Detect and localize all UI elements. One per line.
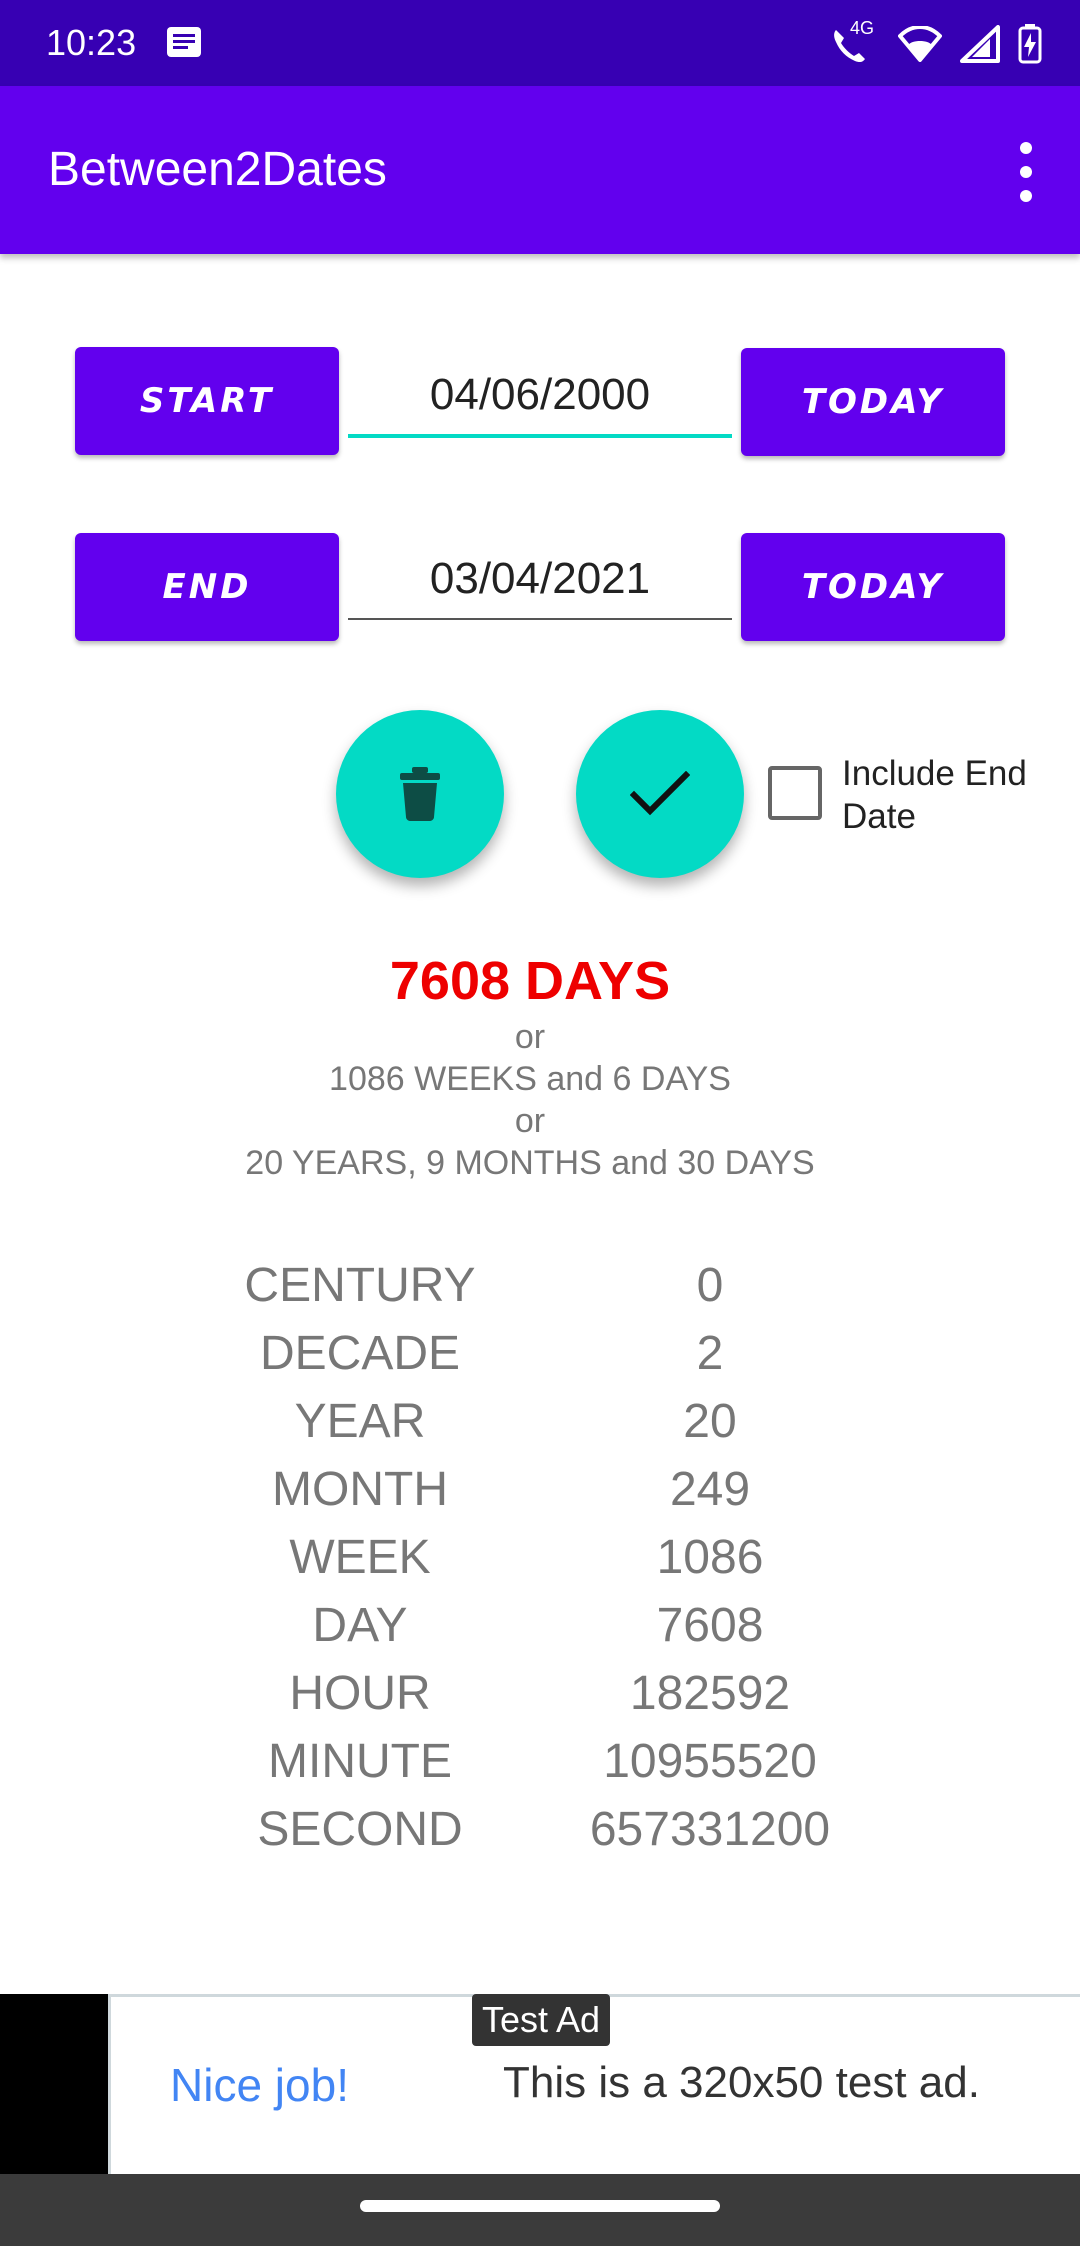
- unit-label: WEEK: [289, 1531, 431, 1584]
- clear-button[interactable]: [336, 710, 504, 878]
- unit-row: DECADE 2: [0, 1326, 1080, 1394]
- result-ymd: 20 YEARS, 9 MONTHS and 30 DAYS: [245, 1144, 815, 1182]
- status-icons: 4G: [830, 18, 1042, 66]
- unit-label: SECOND: [257, 1803, 463, 1856]
- unit-label: DECADE: [259, 1327, 461, 1380]
- unit-value: 7608: [656, 1599, 764, 1652]
- ad-headline[interactable]: Nice job!: [170, 2058, 349, 2112]
- checkmark-icon: [630, 771, 690, 816]
- unit-label: YEAR: [294, 1395, 426, 1448]
- calculate-button[interactable]: [576, 710, 744, 878]
- home-gesture-handle[interactable]: [360, 2200, 720, 2212]
- ad-tag: Test Ad: [472, 1994, 611, 2046]
- unit-value: 0: [696, 1259, 724, 1312]
- unit-row: MONTH 249: [0, 1462, 1080, 1530]
- end-today-button[interactable]: TODAY: [741, 533, 1005, 641]
- unit-value: 249: [669, 1463, 751, 1516]
- result-or-2: or: [514, 1102, 546, 1140]
- unit-value: 2: [696, 1327, 724, 1380]
- include-end-date-checkbox[interactable]: [768, 766, 822, 820]
- unit-row: HOUR 182592: [0, 1666, 1080, 1734]
- trash-icon: [400, 767, 440, 821]
- start-today-button[interactable]: TODAY: [741, 348, 1005, 456]
- unit-value: 10955520: [603, 1735, 817, 1788]
- unit-row: WEEK 1086: [0, 1530, 1080, 1598]
- app-title: Between2Dates: [48, 143, 387, 196]
- wifi-icon: [898, 26, 942, 62]
- message-notification-icon: [167, 27, 201, 57]
- unit-row: CENTURY 0: [0, 1258, 1080, 1326]
- start-date-field[interactable]: 04/06/2000: [348, 348, 732, 438]
- unit-value: 1086: [656, 1531, 764, 1584]
- unit-row: DAY 7608: [0, 1598, 1080, 1666]
- unit-row: YEAR 20: [0, 1394, 1080, 1462]
- unit-value: 657331200: [589, 1803, 831, 1856]
- overflow-menu-icon[interactable]: [1012, 142, 1040, 202]
- result-days: 7608 DAYS: [389, 951, 671, 1011]
- unit-row: MINUTE 10955520: [0, 1734, 1080, 1802]
- status-time: 10:23: [46, 22, 137, 63]
- unit-label: DAY: [312, 1599, 408, 1652]
- volte-call-icon: 4G: [830, 18, 880, 66]
- unit-label: HOUR: [289, 1667, 431, 1720]
- start-date-button[interactable]: START: [75, 347, 339, 455]
- system-nav-bar: [0, 2174, 1080, 2246]
- unit-value: 20: [683, 1395, 737, 1448]
- unit-value: 182592: [629, 1667, 791, 1720]
- battery-charging-icon: [1018, 24, 1042, 64]
- network-type-label: 4G: [850, 18, 875, 38]
- end-date-field[interactable]: 03/04/2021: [348, 530, 732, 620]
- ad-body[interactable]: This is a 320x50 test ad.: [503, 2058, 980, 2108]
- include-end-date-label: Include End Date: [842, 754, 1027, 836]
- unit-label: CENTURY: [244, 1259, 476, 1312]
- result-weeks: 1086 WEEKS and 6 DAYS: [329, 1060, 731, 1098]
- end-date-button[interactable]: END: [75, 533, 339, 641]
- app-bar: Between2Dates: [0, 86, 1080, 254]
- ad-left-bar: [0, 1994, 108, 2174]
- result-or-1: or: [514, 1018, 546, 1056]
- status-bar: 10:23 4G: [0, 0, 1080, 86]
- cellular-signal-icon: [960, 25, 1000, 63]
- unit-row: SECOND 657331200: [0, 1802, 1080, 1870]
- unit-label: MINUTE: [268, 1735, 452, 1788]
- unit-label: MONTH: [272, 1463, 448, 1516]
